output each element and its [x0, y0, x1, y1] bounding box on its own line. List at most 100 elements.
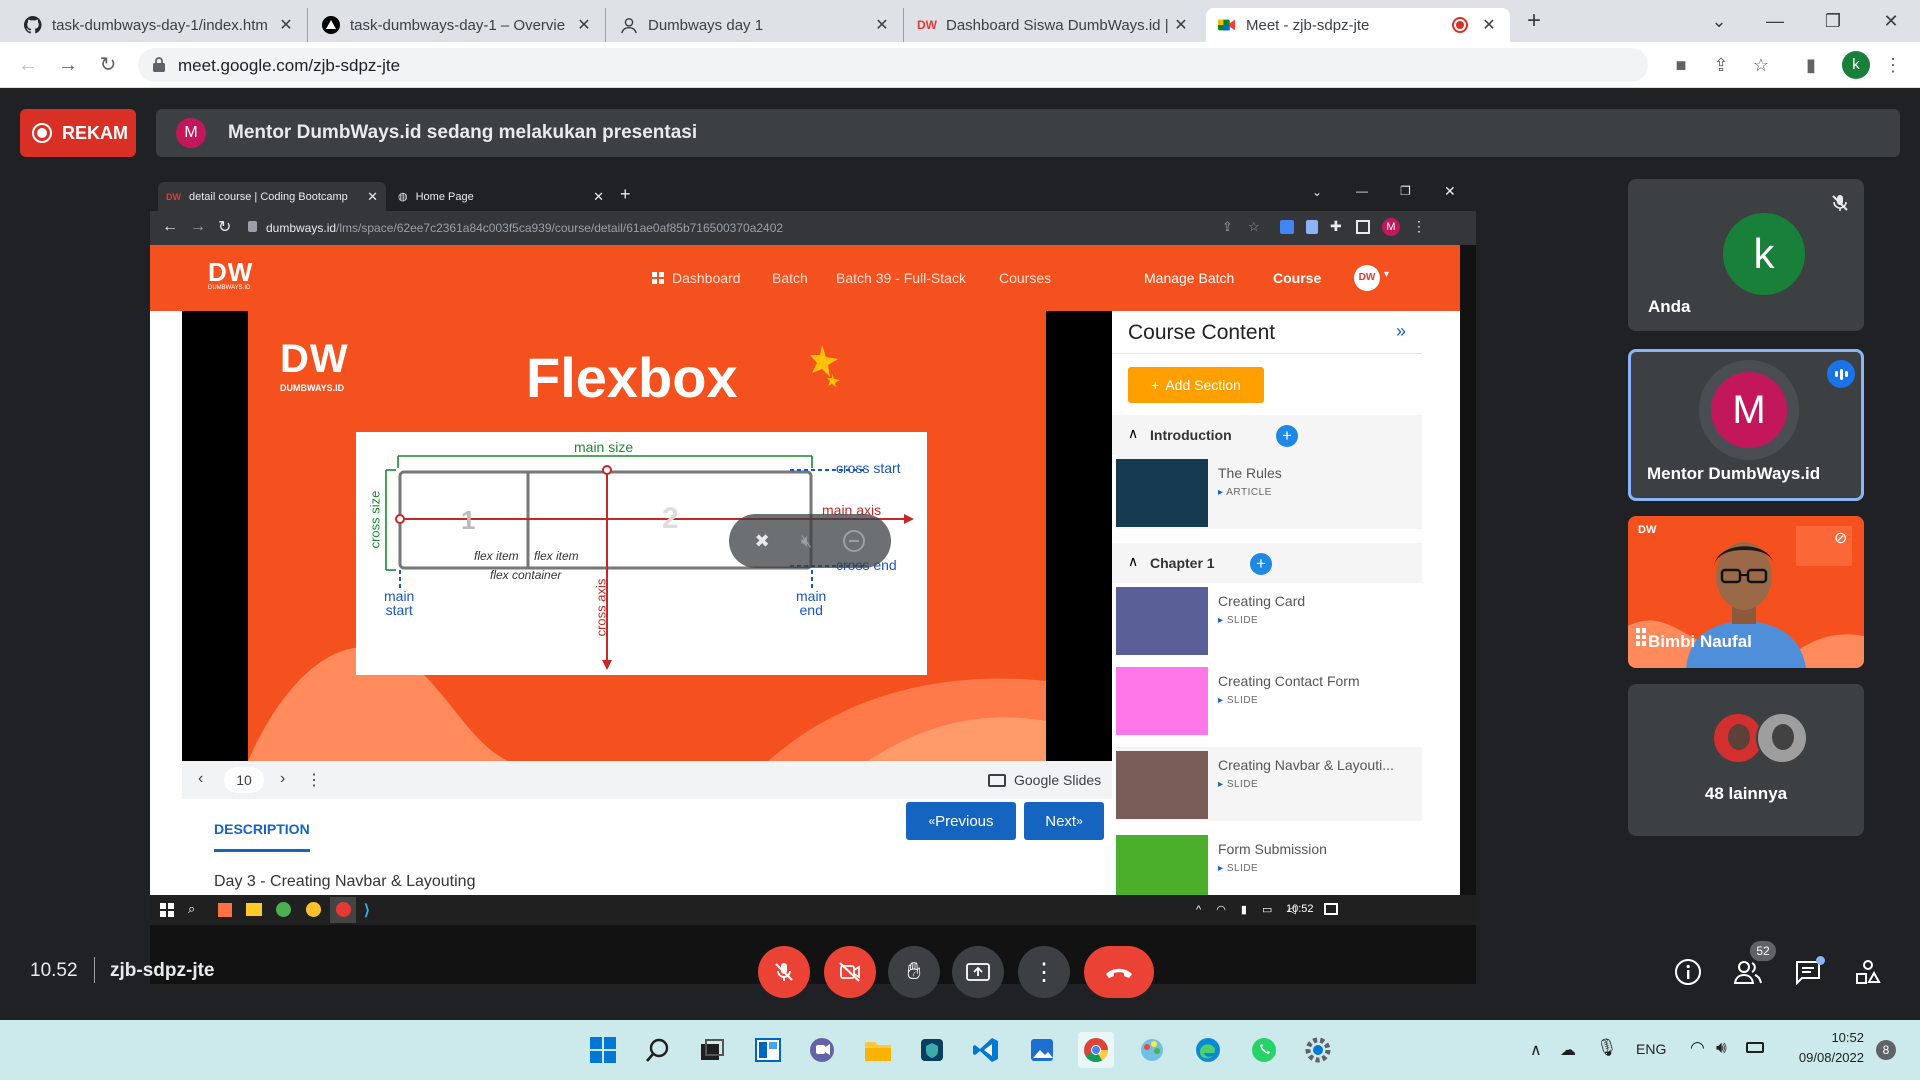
- dumbways-logo[interactable]: DW: [208, 257, 253, 288]
- slide[interactable]: DW DUMBWAYS.ID Flexbox main size cross s…: [248, 311, 1046, 761]
- chrome-icon[interactable]: [1078, 1032, 1114, 1068]
- close-window-button[interactable]: ✕: [1444, 183, 1456, 200]
- tab-search-icon[interactable]: ⌄: [1702, 4, 1736, 38]
- notification-badge[interactable]: 8: [1876, 1040, 1896, 1060]
- camera-icon[interactable]: ■: [1670, 54, 1692, 76]
- widgets-icon[interactable]: [750, 1032, 786, 1068]
- close-icon[interactable]: ✕: [873, 15, 891, 35]
- maximize-button[interactable]: ❐: [1400, 184, 1411, 198]
- browser-tab-meet[interactable]: Meet - zjb-sdpz-jte ✕: [1206, 8, 1510, 42]
- new-tab-button[interactable]: +: [1520, 8, 1548, 36]
- nav-manage-batch[interactable]: Manage Batch: [1144, 270, 1234, 286]
- browser-tab-dashboard-siswa[interactable]: DW Dashboard Siswa DumbWays.id | ✕: [906, 8, 1202, 42]
- breadcrumb-dashboard[interactable]: Dashboard: [672, 270, 741, 286]
- present-button[interactable]: [952, 946, 1004, 998]
- course-item[interactable]: Creating Card ▸ SLIDE: [1116, 583, 1422, 657]
- back-icon[interactable]: ←: [14, 51, 42, 79]
- menu-dots-icon[interactable]: ⋮: [1882, 54, 1904, 76]
- leave-call-button[interactable]: [1084, 946, 1154, 998]
- minimize-button[interactable]: —: [1356, 184, 1368, 198]
- add-section-button[interactable]: + Add Section: [1128, 367, 1264, 403]
- bookmark-star-icon[interactable]: ☆: [1248, 219, 1260, 235]
- edge-icon[interactable]: [1190, 1032, 1226, 1068]
- tile-others[interactable]: 48 lainnya: [1628, 684, 1864, 836]
- paint-icon[interactable]: [1134, 1032, 1170, 1068]
- mic-toggle-button[interactable]: [758, 946, 810, 998]
- breadcrumb-batch-39[interactable]: Batch 39 - Full-Stack: [836, 270, 966, 286]
- section-chapter-1[interactable]: ∧ Chapter 1 +: [1112, 543, 1422, 583]
- bookmark-star-icon[interactable]: ☆: [1750, 54, 1772, 76]
- user-avatar[interactable]: DW: [1354, 265, 1380, 291]
- close-window-button[interactable]: ✕: [1874, 4, 1908, 38]
- vscode-icon[interactable]: ⟩: [364, 901, 370, 919]
- drag-handle-icon[interactable]: [1636, 628, 1648, 646]
- participants-button[interactable]: 52: [1732, 941, 1776, 988]
- mute-presentation-audio-icon[interactable]: 🔇︎: [801, 531, 812, 552]
- close-icon[interactable]: ✕: [367, 189, 378, 205]
- course-item[interactable]: Form Submission ▸ SLIDE: [1116, 831, 1422, 895]
- side-panel-icon[interactable]: [1356, 220, 1370, 234]
- reload-icon[interactable]: ↻: [94, 51, 122, 79]
- omnibox[interactable]: meet.google.com/zjb-sdpz-jte: [138, 48, 1648, 82]
- microphone-icon[interactable]: 🎙︎: [1596, 1038, 1618, 1058]
- close-icon[interactable]: ✕: [1172, 15, 1190, 35]
- browser-tab-vercel[interactable]: task-dumbways-day-1 – Overvie ✕: [310, 8, 606, 42]
- tile-mentor[interactable]: M Mentor DumbWays.id: [1628, 349, 1864, 501]
- notification-icon[interactable]: [1324, 903, 1338, 915]
- more-options-button[interactable]: ⋮: [1018, 946, 1070, 998]
- raise-hand-button[interactable]: ✋︎: [888, 946, 940, 998]
- slide-page-number[interactable]: 10: [224, 767, 264, 793]
- meeting-code[interactable]: zjb-sdpz-jte: [110, 960, 215, 982]
- app-icon[interactable]: [218, 903, 232, 917]
- reload-icon[interactable]: ↻: [218, 217, 231, 237]
- search-icon[interactable]: [640, 1032, 676, 1068]
- forward-icon[interactable]: →: [190, 218, 206, 236]
- close-icon[interactable]: ✕: [277, 15, 295, 35]
- teams-chat-icon[interactable]: [804, 1032, 840, 1068]
- chrome-icon[interactable]: [336, 902, 351, 917]
- profile-avatar[interactable]: k: [1842, 51, 1870, 79]
- profile-avatar[interactable]: M: [1382, 218, 1400, 236]
- maximize-button[interactable]: ❐: [1816, 4, 1850, 38]
- chrome-icon[interactable]: [306, 902, 321, 917]
- share-icon[interactable]: ⇪: [1222, 219, 1233, 235]
- breadcrumb-batch[interactable]: Batch: [772, 270, 808, 286]
- presenter-tab-detail-course[interactable]: DW detail course | Coding Bootcamp ✕: [158, 182, 386, 211]
- wifi-icon[interactable]: ◠: [1690, 1038, 1705, 1058]
- collapse-panel-icon[interactable]: »: [1396, 321, 1406, 342]
- puzzle-icon[interactable]: ✚: [1330, 218, 1342, 235]
- course-item[interactable]: The Rules ▸ ARTICLE: [1116, 455, 1422, 529]
- chevron-down-icon[interactable]: ▾: [1384, 269, 1389, 280]
- tile-participant-video[interactable]: DW Bimbi Naufal ⊘: [1628, 516, 1864, 668]
- section-introduction[interactable]: ∧ Introduction +: [1112, 415, 1422, 455]
- side-panel-icon[interactable]: ▮: [1800, 54, 1822, 76]
- folder-icon[interactable]: [246, 903, 262, 916]
- next-slide-icon[interactable]: ›: [280, 770, 285, 788]
- minimize-button[interactable]: —: [1758, 4, 1792, 38]
- unpin-icon[interactable]: ✖: [755, 531, 770, 552]
- system-time[interactable]: 10:52: [1804, 1030, 1864, 1045]
- url-text[interactable]: dumbways.id/lms/space/62ee7c2361a84c003f…: [266, 221, 783, 235]
- previous-button[interactable]: «Previous: [906, 802, 1016, 840]
- add-item-button[interactable]: +: [1250, 553, 1272, 575]
- onedrive-icon[interactable]: ☁: [1560, 1040, 1576, 1060]
- tile-self[interactable]: k Anda: [1628, 179, 1864, 331]
- remove-icon[interactable]: [843, 530, 866, 552]
- back-icon[interactable]: ←: [162, 218, 178, 236]
- menu-dots-icon[interactable]: ⋮: [306, 770, 322, 790]
- breadcrumb-courses[interactable]: Courses: [999, 270, 1051, 286]
- close-icon[interactable]: ✕: [1480, 15, 1498, 35]
- windows-start-icon[interactable]: [160, 903, 174, 917]
- task-view-icon[interactable]: [694, 1032, 730, 1068]
- file-explorer-icon[interactable]: [860, 1032, 896, 1068]
- browser-tab-github[interactable]: task-dumbways-day-1/index.htm ✕: [12, 8, 308, 42]
- settings-icon[interactable]: [1300, 1032, 1336, 1068]
- presenter-tab-home[interactable]: ◍ Home Page ✕: [390, 182, 612, 211]
- battery-icon[interactable]: [1746, 1042, 1764, 1053]
- menu-dots-icon[interactable]: ⋮: [1412, 218, 1426, 235]
- vpn-app-icon[interactable]: [914, 1032, 950, 1068]
- close-icon[interactable]: ✕: [575, 15, 593, 35]
- activities-button[interactable]: [1852, 956, 1884, 988]
- prev-slide-icon[interactable]: ‹: [198, 770, 203, 788]
- input-language[interactable]: ENG: [1636, 1041, 1666, 1057]
